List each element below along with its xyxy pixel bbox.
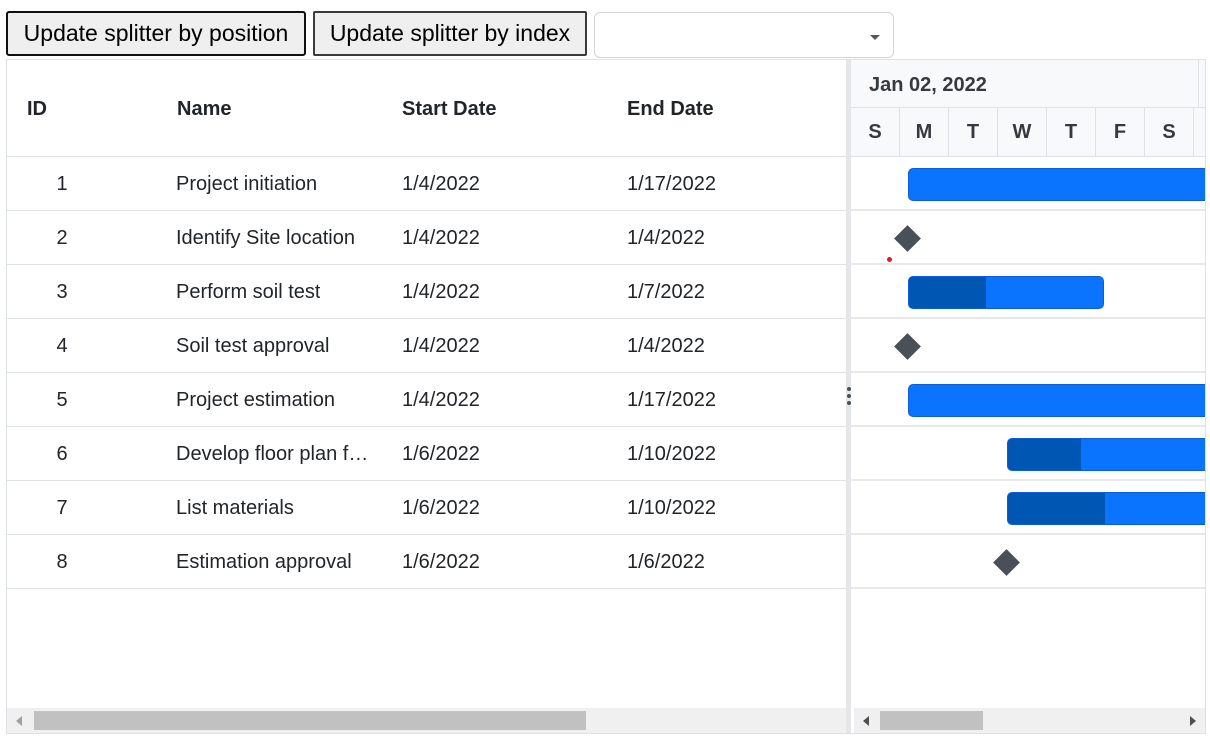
cell-start-date: 1/6/2022 [402,551,480,573]
table-row[interactable]: 2 Identify Site location 1/4/2022 1/4/2022 [7,211,846,265]
timeline-day-cell: F [1096,108,1145,156]
splitter-dropdown[interactable] [594,12,894,58]
gantt-chart: ID Name Start Date End Date 1 Project ini… [6,59,1206,734]
timeline-day-cell: M [900,108,949,156]
cell-id: 6 [56,443,68,465]
cell-end-date: 1/17/2022 [627,389,716,411]
chevron-down-icon [870,35,880,40]
column-header-name[interactable]: Name [177,98,231,121]
task-bar[interactable] [1006,492,1205,525]
cell-end-date: 1/17/2022 [627,173,716,195]
cell-start-date: 1/4/2022 [402,389,480,411]
task-progress [908,277,987,308]
column-header-start-date[interactable]: Start Date [402,98,496,121]
timeline-week-label: Jan 02, 2022 [869,74,987,96]
cell-start-date: 1/4/2022 [402,227,480,249]
scroll-right-icon[interactable] [1190,716,1196,726]
table-row[interactable]: 1 Project initiation 1/4/2022 1/17/2022 [7,157,846,211]
milestone-diamond[interactable] [893,333,921,360]
cell-end-date: 1/10/2022 [627,497,716,519]
task-bar[interactable] [907,168,1205,201]
chart-row [851,481,1205,535]
chart-row [851,211,1205,265]
cell-name: Estimation approval [176,551,352,573]
table-row[interactable]: 7 List materials 1/6/2022 1/10/2022 [7,481,846,535]
timeline-day-cell: S [851,108,900,156]
cell-start-date: 1/6/2022 [402,497,480,519]
task-progress [1007,493,1105,524]
chart-row [851,427,1205,481]
table-row[interactable]: 8 Estimation approval 1/6/2022 1/6/2022 [7,535,846,589]
cell-name: Identify Site location [176,227,355,249]
task-progress [1007,439,1081,470]
cell-end-date: 1/6/2022 [627,551,705,573]
cell-end-date: 1/4/2022 [627,335,705,357]
cell-end-date: 1/7/2022 [627,281,705,303]
cell-id: 1 [56,173,68,195]
cell-name: Develop floor plan for estimation [176,443,372,465]
task-grid: ID Name Start Date End Date 1 Project ini… [7,60,846,733]
scrollbar-thumb[interactable] [880,711,983,730]
table-row[interactable]: 3 Perform soil test 1/4/2022 1/7/2022 [7,265,846,319]
cell-end-date: 1/10/2022 [627,443,716,465]
grid-header: ID Name Start Date End Date [7,60,846,157]
cell-name: Perform soil test [176,281,321,303]
cell-name: Soil test approval [176,335,330,357]
update-splitter-by-position-button[interactable]: Update splitter by position [6,11,306,56]
timeline-top-tier: Jan 02, 2022 [851,60,1205,108]
task-bar[interactable] [1006,438,1205,471]
chart-row [851,319,1205,373]
scroll-left-icon[interactable] [16,716,22,726]
task-bar[interactable] [907,384,1205,417]
grid-horizontal-scrollbar[interactable] [7,708,846,733]
column-header-end-date[interactable]: End Date [627,98,714,121]
cell-id: 8 [56,551,68,573]
cell-end-date: 1/4/2022 [627,227,705,249]
chart-row [851,535,1205,589]
chart-row [851,373,1205,427]
timeline-day-cell: T [1047,108,1096,156]
cell-id: 5 [56,389,68,411]
table-row[interactable]: 6 Develop floor plan for estimation 1/6/20… [7,427,846,481]
cell-id: 2 [56,227,68,249]
timeline-bottom-tier: SMTWTFS [851,108,1205,157]
scroll-left-icon[interactable] [863,716,869,726]
column-header-id[interactable]: ID [27,98,47,121]
chart-horizontal-scrollbar[interactable] [854,708,1205,733]
table-row[interactable]: 4 Soil test approval 1/4/2022 1/4/2022 [7,319,846,373]
cell-name: Project estimation [176,389,335,411]
cell-id: 4 [56,335,68,357]
cell-start-date: 1/6/2022 [402,443,480,465]
timeline-day-cell: T [949,108,998,156]
task-bar[interactable] [907,276,1104,309]
table-row[interactable]: 5 Project estimation 1/4/2022 1/17/2022 [7,373,846,427]
cell-start-date: 1/4/2022 [402,281,480,303]
red-dot-marker [887,257,892,262]
update-splitter-by-index-button[interactable]: Update splitter by index [313,11,587,56]
cell-start-date: 1/4/2022 [402,173,480,195]
cell-id: 3 [56,281,68,303]
gantt-chart-pane: Jan 02, 2022 SMTWTFS [851,60,1205,733]
chart-row [851,265,1205,319]
chart-row [851,157,1205,211]
timeline-day-cell: W [998,108,1047,156]
milestone-diamond[interactable] [893,225,921,252]
timeline-day-cell: S [1145,108,1194,156]
scrollbar-thumb[interactable] [34,711,586,730]
cell-id: 7 [56,497,68,519]
cell-start-date: 1/4/2022 [402,335,480,357]
milestone-diamond[interactable] [992,549,1020,576]
cell-name: List materials [176,497,294,519]
cell-name: Project initiation [176,173,318,195]
